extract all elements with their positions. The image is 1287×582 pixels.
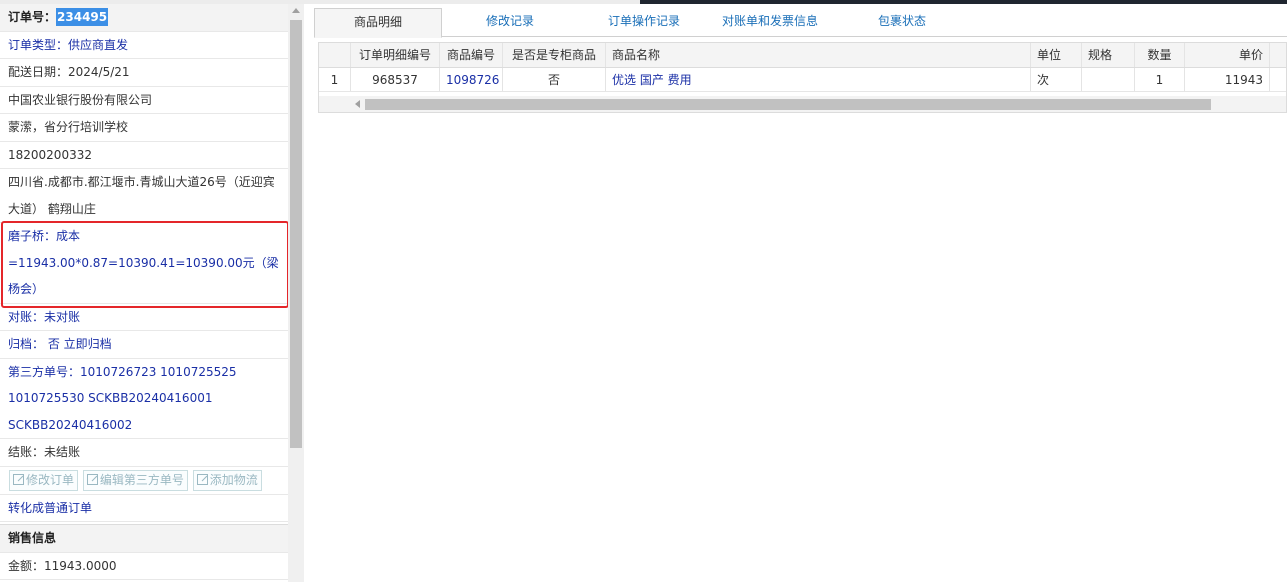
detail-tabs: 商品明细 修改记录 订单操作记录 对账单和发票信息 包裹状态: [314, 8, 1287, 38]
order-number-value[interactable]: 234495: [56, 8, 109, 26]
table-row[interactable]: 1 968537 1098726 否 优选 国产 费用 次 1 11943: [319, 68, 1286, 92]
edit-icon: [196, 473, 208, 485]
scroll-left-arrow-icon[interactable]: [355, 100, 360, 108]
delivery-date: 配送日期：2024/5/21: [0, 59, 288, 87]
product-table: 订单明细编号 商品编号 是否是专柜商品 商品名称 单位 规格 数量 单价 1 9…: [318, 42, 1287, 113]
quantity-cell: 1: [1135, 68, 1185, 91]
tab-product-details[interactable]: 商品明细: [314, 8, 442, 38]
table-horizontal-scrollbar[interactable]: [319, 96, 1286, 112]
settlement-status: 结账：未结账: [0, 439, 288, 467]
detail-id-cell: 968537: [351, 68, 440, 91]
edit-third-party-button[interactable]: 编辑第三方单号: [82, 469, 188, 491]
phone-number: 18200200332: [0, 142, 288, 169]
third-party-numbers: 第三方单号：1010726723 1010725525 1010725530 S…: [0, 359, 288, 439]
company-name: 中国农业银行股份有限公司: [0, 87, 288, 114]
tab-package-status[interactable]: 包裹状态: [830, 8, 974, 37]
column-header[interactable]: 商品编号: [440, 43, 503, 67]
contact-name: 蒙潆，省分行培训学校: [0, 114, 288, 142]
edit-icon: [86, 473, 98, 485]
table-header: 订单明细编号 商品编号 是否是专柜商品 商品名称 单位 规格 数量 单价: [319, 43, 1286, 68]
edit-order-button[interactable]: 修改订单: [9, 469, 79, 491]
row-number: 1: [319, 68, 351, 91]
delivery-address: 四川省.成都市.都江堰市.青城山大道26号（近迎宾大道） 鹤翔山庄: [0, 169, 288, 223]
product-id-link[interactable]: 1098726: [440, 68, 503, 91]
cost-line-1: 磨子桥：成本: [8, 229, 81, 243]
order-action-buttons: 修改订单 编辑第三方单号 添加物流: [0, 467, 288, 495]
add-logistics-button[interactable]: 添加物流: [192, 469, 262, 491]
convert-normal-order-link[interactable]: 转化成普通订单: [0, 495, 288, 522]
tab-statement-invoice[interactable]: 对账单和发票信息: [710, 8, 830, 37]
unit-cell: 次: [1031, 68, 1082, 91]
column-header[interactable]: 商品名称: [606, 43, 1031, 67]
reconcile-status: 对账：未对账: [0, 304, 288, 331]
archive-status[interactable]: 归档： 否 立即归档: [0, 331, 288, 359]
scrollbar-thumb[interactable]: [365, 99, 1211, 110]
cost-line-2: =11943.00*0.87=10390.41=10390.00元（梁杨会）: [8, 255, 279, 297]
left-vertical-scrollbar[interactable]: [288, 4, 304, 582]
spec-cell: [1082, 68, 1135, 91]
product-name-link[interactable]: 优选 国产 费用: [606, 68, 1031, 91]
column-header[interactable]: 是否是专柜商品: [503, 43, 606, 67]
sales-info-header: 销售信息: [0, 524, 288, 553]
column-header[interactable]: 订单明细编号: [351, 43, 440, 67]
order-info-scroll-area[interactable]: 订单号：234495 订单类型：供应商直发 配送日期：2024/5/21 中国农…: [0, 4, 288, 582]
row-number-header: [319, 43, 351, 67]
column-header[interactable]: 单位: [1031, 43, 1082, 67]
detail-panel: 商品明细 修改记录 订单操作记录 对账单和发票信息 包裹状态 订单明细编号 商品…: [310, 4, 1287, 582]
cost-info: 磨子桥：成本 =11943.00*0.87=10390.41=10390.00元…: [0, 223, 288, 304]
column-header[interactable]: 数量: [1135, 43, 1185, 67]
sales-amount: 金额：11943.0000: [0, 553, 288, 580]
tab-edit-history[interactable]: 修改记录: [444, 8, 576, 37]
order-number-label: 订单号：: [8, 10, 57, 24]
price-cell: 11943: [1185, 68, 1270, 91]
scrollbar-thumb[interactable]: [290, 20, 302, 448]
order-info-panel: 订单号：234495 订单类型：供应商直发 配送日期：2024/5/21 中国农…: [0, 4, 304, 582]
scroll-up-arrow-icon[interactable]: [292, 8, 300, 13]
column-header[interactable]: 规格: [1082, 43, 1135, 67]
order-type: 订单类型：供应商直发: [0, 32, 288, 59]
is-counter-cell: 否: [503, 68, 606, 91]
column-header[interactable]: 单价: [1185, 43, 1270, 67]
tab-operation-log[interactable]: 订单操作记录: [578, 8, 710, 37]
edit-icon: [13, 473, 24, 485]
order-number-row: 订单号：234495: [0, 4, 288, 32]
